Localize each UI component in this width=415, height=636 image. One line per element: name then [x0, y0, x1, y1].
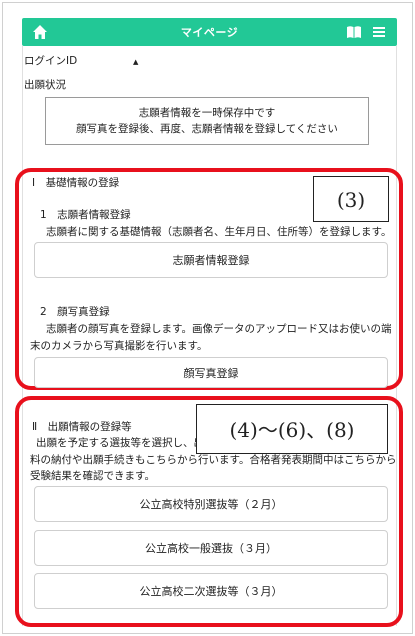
login-id-value: ▲: [133, 58, 139, 66]
general-selection-march-button[interactable]: 公立高校一般選抜（３月）: [34, 530, 388, 566]
photo-register-button[interactable]: 顔写真登録: [34, 357, 388, 388]
section-1-heading: Ⅰ 基礎情報の登録: [32, 177, 120, 189]
applicant-info-description: 志願者に関する基礎情報（志願者名、生年月日、住所等）を登録します。: [46, 226, 392, 238]
callout-section-2: (4)～(6)、(8): [196, 404, 388, 454]
notice-line-2: 顔写真を登録後、再度、志願者情報を登録してください: [76, 123, 338, 135]
section-2-heading: Ⅱ 出願情報の登録等: [32, 421, 132, 433]
section-2-description-line-3: 受験結果を確認できます。: [30, 470, 155, 482]
secondary-selection-march-button[interactable]: 公立高校二次選抜等（３月）: [34, 573, 388, 609]
notice-line-1: 志願者情報を一時保存中です: [138, 107, 276, 119]
section-2-description-line-2: 料の納付や出願手続きもこちらから行います。合格者発表期間中はこちらから: [30, 454, 397, 466]
status-label: 出願状況: [24, 79, 66, 91]
special-selection-february-button[interactable]: 公立高校特別選抜等（２月）: [34, 486, 388, 522]
photo-title: 2 顔写真登録: [40, 306, 110, 318]
callout-section-1: (3): [313, 176, 389, 222]
page-title: マイページ: [180, 26, 239, 39]
section-2-description-line-1: 出願を予定する選抜等を選択し、出: [36, 437, 204, 449]
book-icon[interactable]: [346, 24, 362, 40]
applicant-info-title: 1 志願者情報登録: [40, 209, 131, 221]
app-header: マイページ: [22, 18, 397, 46]
photo-description-line-2: 末のカメラから写真撮影を行います。: [30, 340, 208, 352]
applicant-info-register-button[interactable]: 志願者情報登録: [34, 242, 388, 278]
photo-description-line-1: 志願者の顔写真を登録します。画像データのアップロード又はお使いの端: [46, 323, 392, 335]
login-id-label: ログインID: [24, 55, 78, 67]
menu-icon[interactable]: [372, 25, 386, 39]
status-notice: 志願者情報を一時保存中です 顔写真を登録後、再度、志願者情報を登録してください: [45, 97, 369, 145]
